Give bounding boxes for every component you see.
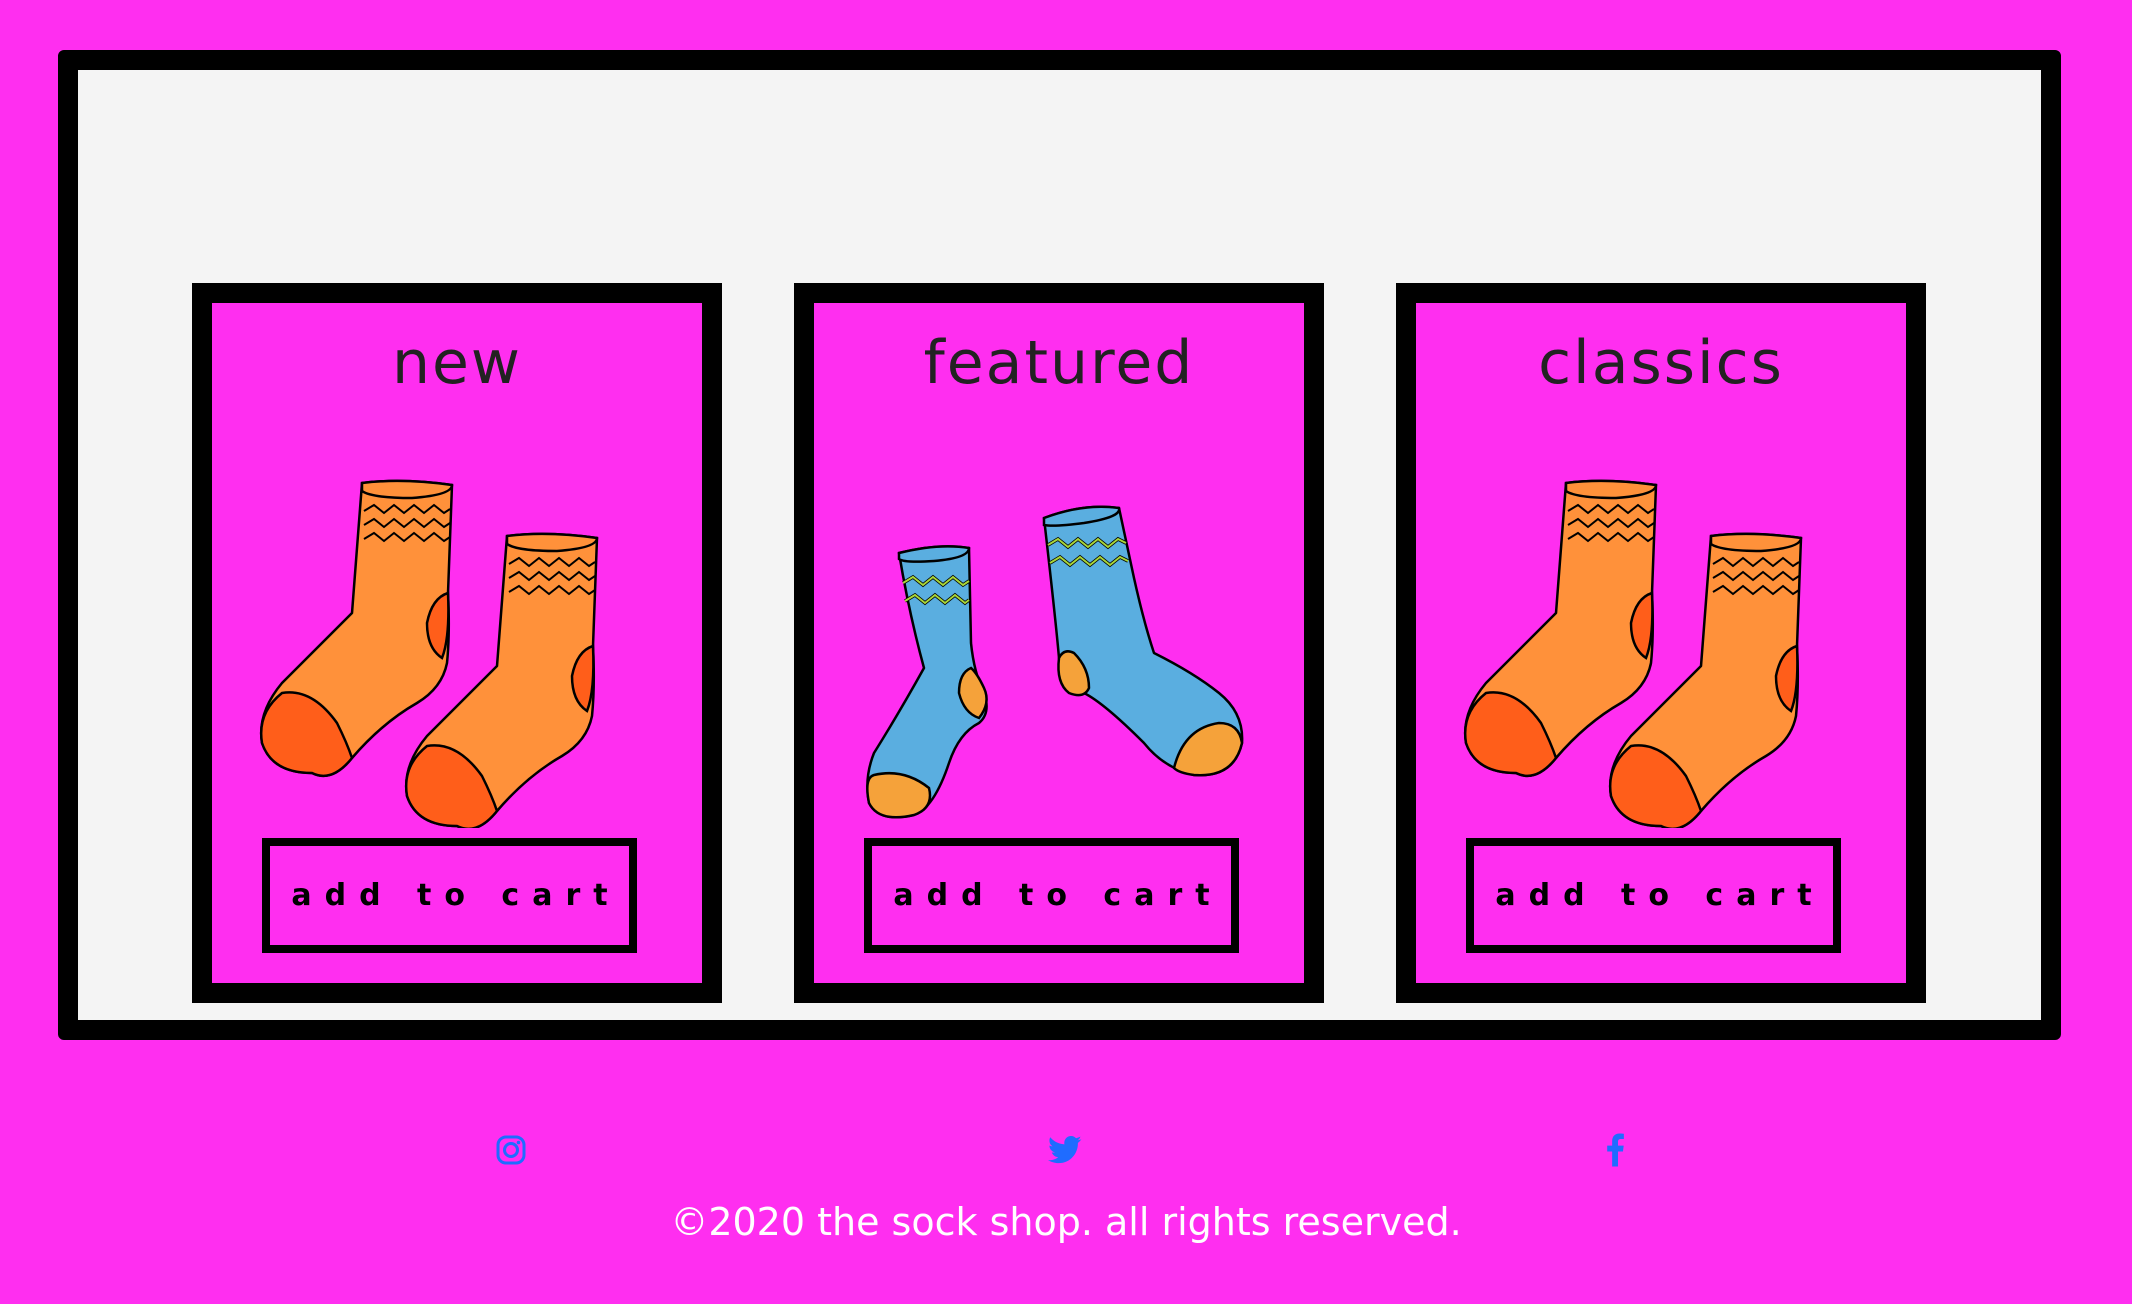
card-title: new [391,328,522,398]
add-to-cart-button[interactable]: add to cart [864,838,1239,953]
orange-socks-image [259,479,599,828]
product-card-new: new add to cart [192,283,722,1003]
blue-socks-image [865,505,1244,820]
twitter-icon[interactable] [1045,1130,1085,1170]
add-to-cart-button[interactable]: add to cart [262,838,637,953]
product-card-featured: featured add to cart [794,283,1324,1003]
product-showcase-panel: new add to cart featured add to cart cla… [58,50,2061,1040]
facebook-icon[interactable] [1595,1130,1635,1170]
card-title: classics [1538,328,1784,398]
card-title: featured [923,328,1195,398]
copyright-text: ©2020 the sock shop. all rights reserved… [670,1200,1462,1244]
product-card-classics: classics add to cart [1396,283,1926,1003]
orange-socks-image [1463,479,1803,828]
add-to-cart-button[interactable]: add to cart [1466,838,1841,953]
instagram-icon[interactable] [491,1130,531,1170]
